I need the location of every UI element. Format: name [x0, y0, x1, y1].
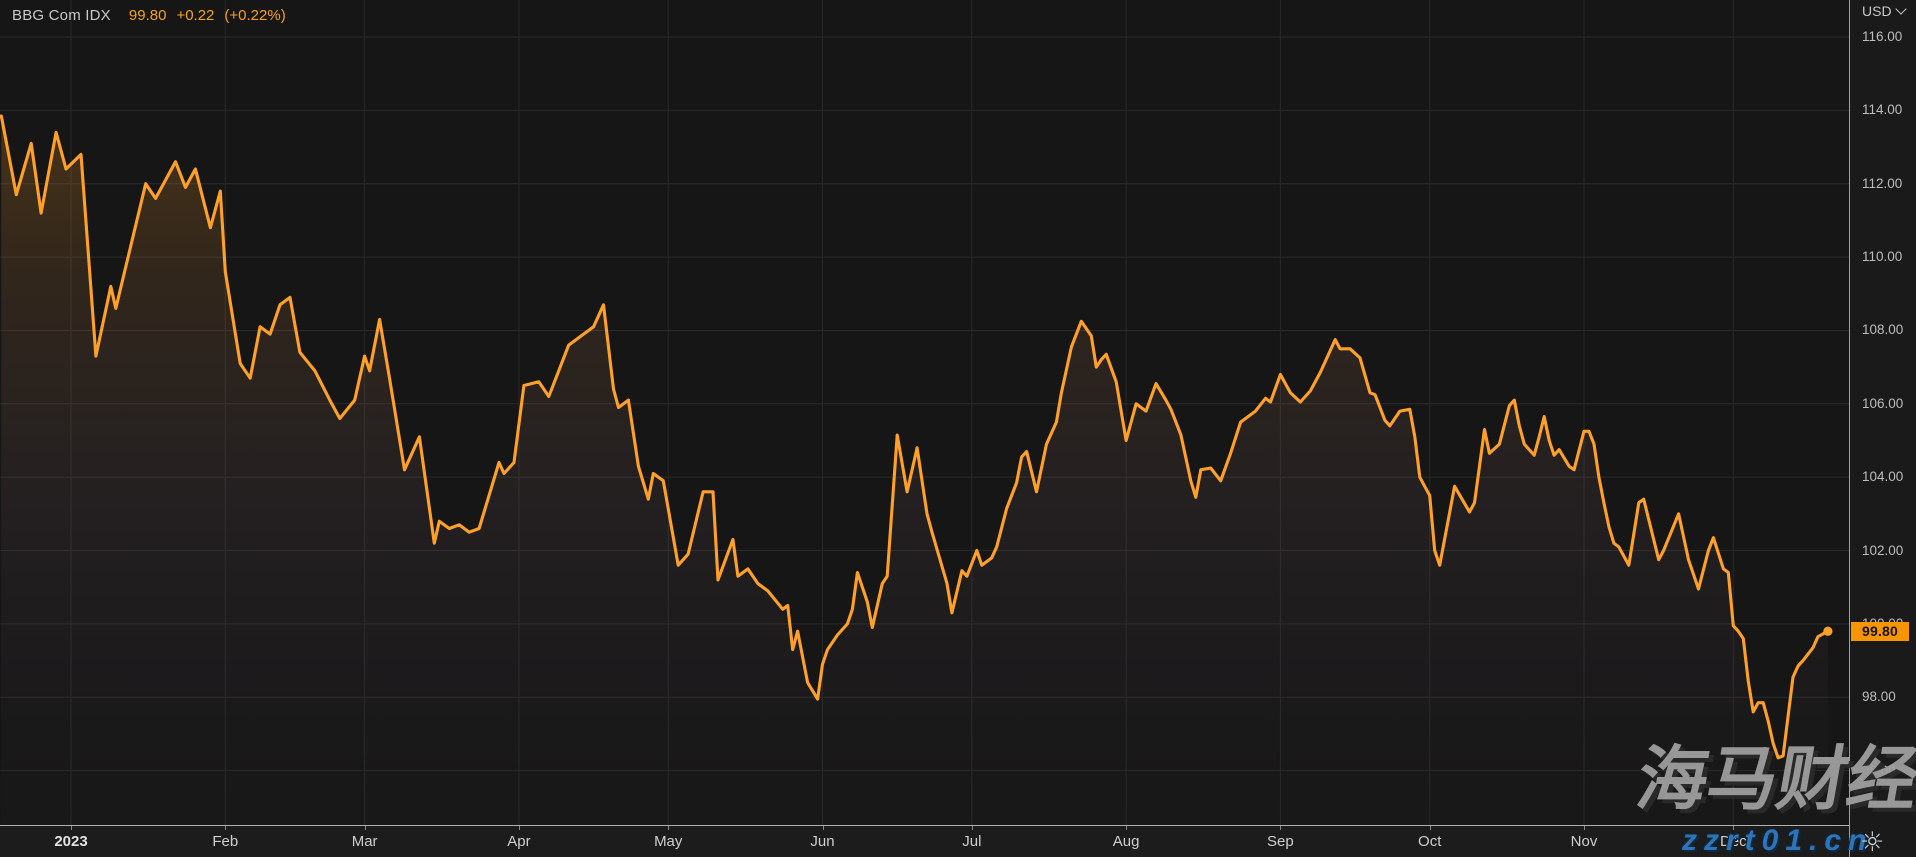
x-axis-label: Dec: [1698, 833, 1768, 850]
last-price: 99.80: [129, 7, 167, 24]
x-axis-tick: [1733, 826, 1734, 830]
x-axis-tick: [668, 826, 669, 830]
last-point-marker: [1823, 627, 1832, 636]
x-axis-label: Oct: [1395, 833, 1465, 850]
x-axis-tick: [1280, 826, 1281, 830]
price-change-percent: (+0.22%): [224, 7, 285, 24]
x-axis-tick: [1584, 826, 1585, 830]
x-axis-tick: [1126, 826, 1127, 830]
x-axis-label: 2023: [36, 833, 106, 850]
y-axis-label: 96.00: [1862, 763, 1896, 779]
x-axis-tick: [1430, 826, 1431, 830]
price-change: +0.22: [176, 7, 214, 24]
x-axis-tick: [823, 826, 824, 830]
chart-header: BBG Com IDX 99.80 +0.22 (+0.22%): [12, 5, 286, 25]
x-axis-label: Apr: [484, 833, 554, 850]
chart-window: BBG Com IDX 99.80 +0.22 (+0.22%) USD 116…: [0, 0, 1916, 857]
y-axis-label: 114.00: [1862, 102, 1902, 118]
y-axis-panel: USD 116.00 114.00 112.00 110.00 108.00 106.00…: [1849, 0, 1916, 857]
y-axis-label: 108.00: [1862, 322, 1903, 338]
y-axis-label: 116.00: [1862, 29, 1902, 45]
x-axis-tick: [71, 826, 72, 830]
last-price-badge: 99.80: [1851, 622, 1909, 641]
x-axis-panel: 2023 Feb Mar Apr May Jun Jul Aug Sep Oct Nov Dec: [0, 825, 1849, 857]
chevron-down-icon: [1895, 3, 1906, 14]
x-axis-label: Feb: [190, 833, 260, 850]
currency-dropdown[interactable]: USD: [1862, 3, 1905, 19]
last-price-badge-value: 99.80: [1862, 623, 1898, 639]
x-axis-tick: [972, 826, 973, 830]
y-axis-label: 104.00: [1862, 469, 1903, 485]
security-name: BBG Com IDX: [12, 7, 111, 24]
y-axis-label: 102.00: [1862, 543, 1903, 559]
price-line-chart[interactable]: [0, 0, 1849, 825]
y-axis-label: 112.00: [1862, 176, 1902, 192]
x-axis-label: May: [633, 833, 703, 850]
y-axis-label: 110.00: [1862, 249, 1902, 265]
x-axis-tick: [365, 826, 366, 830]
x-axis-label: Jul: [937, 833, 1007, 850]
x-axis-label: Mar: [330, 833, 400, 850]
area-fill: [1, 116, 1828, 825]
x-axis-label: Aug: [1091, 833, 1161, 850]
x-axis-label: Nov: [1549, 833, 1619, 850]
x-axis-label: Jun: [788, 833, 858, 850]
x-axis-tick: [519, 826, 520, 830]
x-axis-tick: [225, 826, 226, 830]
y-axis-label: 106.00: [1862, 396, 1903, 412]
x-axis-label: Sep: [1245, 833, 1315, 850]
currency-label: USD: [1862, 3, 1892, 19]
chart-plot-area[interactable]: BBG Com IDX 99.80 +0.22 (+0.22%): [0, 0, 1849, 825]
y-axis-label: 98.00: [1862, 689, 1896, 705]
